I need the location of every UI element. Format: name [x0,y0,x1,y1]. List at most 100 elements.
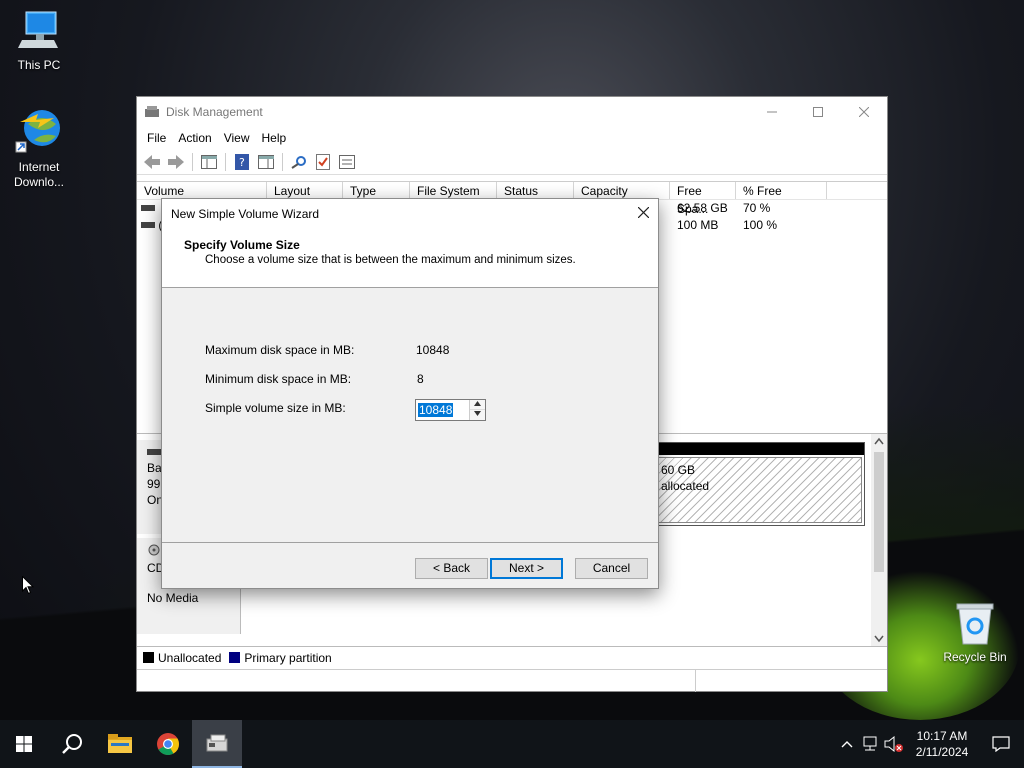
column-header-status[interactable]: Status [497,182,574,199]
clock[interactable]: 10:17 AM 2/11/2024 [906,728,978,760]
search-icon [62,734,82,754]
desktop-icon-this-pc[interactable]: This PC [0,10,78,73]
show-hide-console-tree-button[interactable] [198,152,220,172]
show-hidden-icons-button[interactable] [836,720,858,768]
disk-pane-scrollbar[interactable] [871,434,887,646]
recycle-bin-icon [956,603,994,645]
action-pane-toolbar-button[interactable] [255,152,277,172]
back-toolbar-button[interactable] [141,152,163,172]
close-icon [637,206,649,219]
volume-percent-free: 100 % [743,218,778,232]
column-header-percent-free[interactable]: % Free [736,182,827,199]
volume-size-label: Simple volume size in MB: [205,401,346,415]
desktop-icon-recycle-bin[interactable]: Recycle Bin [936,602,1014,665]
scroll-up-icon[interactable] [874,437,884,445]
action-center-button[interactable] [978,720,1024,768]
network-tray-button[interactable] [858,720,882,768]
volume-size-spinbox[interactable]: 10848 [415,399,486,421]
properties-toolbar-button[interactable] [312,152,334,172]
spin-down-icon [474,411,481,416]
close-icon [859,107,869,117]
cancel-button[interactable]: Cancel [575,558,648,579]
wizard-subheading: Choose a volume size that is between the… [205,254,576,266]
scrollbar-thumb[interactable] [874,452,884,572]
menu-help[interactable]: Help [256,131,293,145]
console-tree-icon [201,154,217,169]
taskbar: 10:17 AM 2/11/2024 [0,720,1024,768]
back-button[interactable]: < Back [415,558,488,579]
legend-swatch-primary [229,652,241,663]
taskbar-chrome[interactable] [144,720,192,768]
mouse-cursor-icon [22,576,34,595]
column-header-file-system[interactable]: File System [410,182,497,199]
idm-globe-icon [15,110,60,153]
network-icon [863,736,877,751]
column-header-type[interactable]: Type [343,182,410,199]
next-button[interactable]: Next > [490,558,563,579]
wizard-heading: Specify Volume Size [184,238,300,252]
unallocated-color-bar [638,443,864,455]
wizard-header: Specify Volume Size Choose a volume size… [162,229,658,288]
close-button[interactable] [841,97,887,127]
max-disk-space-value: 10848 [416,343,450,357]
action-pane-icon [258,154,274,169]
spin-down-button[interactable] [470,410,485,420]
minimize-button[interactable] [749,97,795,127]
column-header-volume[interactable]: Volume [137,182,267,199]
dialog-titlebar[interactable]: New Simple Volume Wizard [162,199,658,229]
column-header-capacity[interactable]: Capacity [574,182,670,199]
volume-percent-free: 70 % [743,201,771,215]
start-button[interactable] [0,720,48,768]
rescan-disks-toolbar-button[interactable] [288,152,310,172]
window-titlebar[interactable]: Disk Management [137,97,887,127]
toolbar-separator [192,152,193,171]
checklist-icon [316,153,330,170]
volume-tray-button[interactable] [882,720,906,768]
system-tray: 10:17 AM 2/11/2024 [836,720,1024,768]
volume-free-space: 62.58 GB [677,201,728,215]
menu-file[interactable]: File [141,131,172,145]
dialog-separator [162,542,658,543]
computer-icon [18,11,58,48]
dialog-close-button[interactable] [628,205,658,223]
volume-size-input[interactable]: 10848 [418,403,454,417]
legend-swatch-unallocated [143,652,154,663]
spin-up-button[interactable] [470,400,485,410]
list-view-icon [339,154,355,169]
menu-view[interactable]: View [218,131,256,145]
maximize-icon [813,107,823,117]
clock-time: 10:17 AM [916,729,968,743]
column-header-layout[interactable]: Layout [267,182,343,199]
windows-logo-icon [16,736,32,752]
spinbox-arrows [469,400,485,420]
chevron-up-icon [841,741,853,748]
cdrom-icon [148,544,160,556]
disk-management-app-icon [145,106,159,117]
status-bar-cell [695,670,887,692]
taskbar-disk-management[interactable] [192,720,242,768]
forward-toolbar-button[interactable] [165,152,187,172]
unallocated-partition[interactable]: 60 GB allocated [637,442,865,526]
desktop-icon-label: Recycle Bin [943,650,1007,664]
taskbar-file-explorer[interactable] [96,720,144,768]
help-icon: ? [235,153,249,170]
search-button[interactable] [48,720,96,768]
back-arrow-icon [144,154,160,169]
help-toolbar-button[interactable]: ? [231,152,253,172]
desktop-icon-label-line2: Downlo... [13,175,65,189]
desktop-icon-label-line1: Internet [18,160,60,174]
column-header-free-space[interactable]: Free Spa... [670,182,736,216]
toolbar: ? [137,149,887,175]
scroll-down-icon[interactable] [874,635,884,643]
menu-action[interactable]: Action [172,131,217,145]
status-bar [137,669,887,692]
settings-toolbar-button[interactable] [336,152,358,172]
dialog-title: New Simple Volume Wizard [171,207,320,221]
volume-icon [141,222,155,228]
cdrom-status: No Media [147,591,199,605]
spin-up-icon [474,401,481,406]
desktop-icon-internet-download-manager[interactable]: Internet Downlo... [0,106,78,190]
menu-bar: File Action View Help [137,127,887,149]
maximize-button[interactable] [795,97,841,127]
new-simple-volume-wizard-dialog: New Simple Volume Wizard Specify Volume … [161,198,659,589]
